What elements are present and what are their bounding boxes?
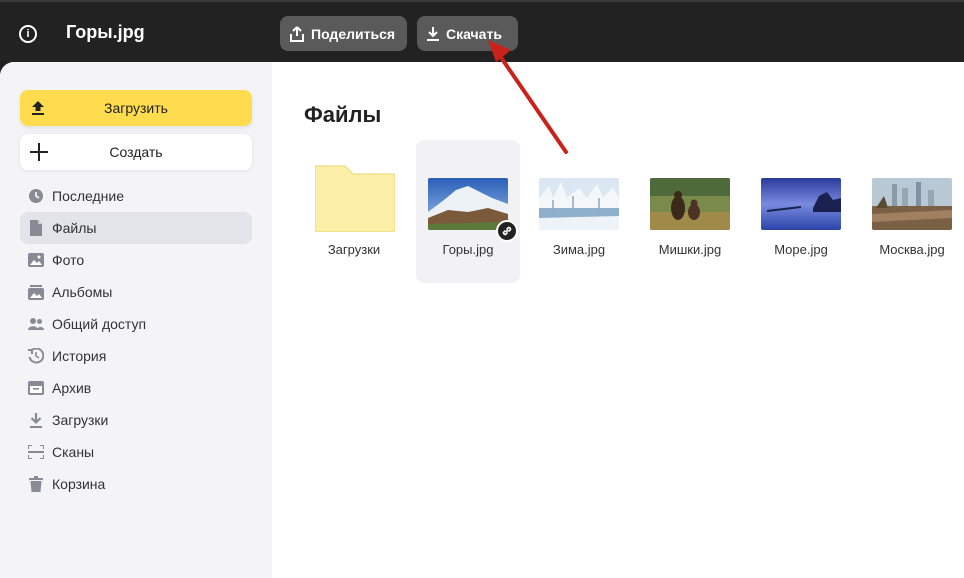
sidebar-item-history[interactable]: История: [20, 340, 252, 372]
sidebar-item-label: Файлы: [52, 220, 97, 236]
mountains-thumbnail: [428, 178, 508, 230]
sidebar-item-photo[interactable]: Фото: [20, 244, 252, 276]
share-button[interactable]: Поделиться: [280, 16, 407, 51]
link-icon: [496, 220, 518, 242]
sidebar-item-label: История: [52, 348, 107, 364]
winter-thumbnail: [539, 178, 619, 230]
sidebar: Загрузить Создать Последние Файлы Фото А…: [0, 62, 272, 578]
sidebar-item-label: Сканы: [52, 444, 95, 460]
photo-icon: [28, 252, 44, 268]
file-icon: [28, 220, 44, 236]
files-area: Файлы Загрузки Горы.jpg Зима.jpg Мишки.j…: [272, 62, 964, 578]
info-icon[interactable]: i: [19, 25, 37, 43]
sidebar-item-label: Общий доступ: [52, 316, 147, 332]
archive-icon: [28, 380, 44, 396]
moscow-thumbnail: [872, 178, 952, 230]
download-icon: [28, 412, 44, 428]
sidebar-item-label: Альбомы: [52, 284, 113, 300]
sidebar-item-downloads[interactable]: Загрузки: [20, 404, 252, 436]
sidebar-nav: Последние Файлы Фото Альбомы Общий досту…: [20, 180, 252, 500]
download-button[interactable]: Скачать: [417, 16, 518, 51]
file-name: Загрузки: [327, 242, 381, 257]
share-icon: [290, 25, 304, 42]
upload-button[interactable]: Загрузить: [20, 90, 252, 126]
page-title: Файлы: [304, 102, 382, 127]
create-button[interactable]: Создать: [20, 134, 252, 170]
share-label: Поделиться: [311, 25, 396, 42]
file-tile-sea[interactable]: Море.jpg: [749, 140, 853, 283]
scan-icon: [28, 444, 44, 460]
file-tile-winter[interactable]: Зима.jpg: [527, 140, 631, 283]
sea-thumbnail: [761, 178, 841, 230]
sidebar-item-files[interactable]: Файлы: [20, 212, 252, 244]
sidebar-item-label: Последние: [52, 188, 125, 204]
file-name: Мишки.jpg: [658, 242, 722, 257]
sidebar-item-scans[interactable]: Сканы: [20, 436, 252, 468]
sidebar-item-shared[interactable]: Общий доступ: [20, 308, 252, 340]
sidebar-item-trash[interactable]: Корзина: [20, 468, 252, 500]
sidebar-item-recent[interactable]: Последние: [20, 180, 252, 212]
bears-thumbnail: [650, 178, 730, 230]
albums-icon: [28, 284, 44, 300]
download-icon: [427, 26, 439, 41]
file-tile-folder[interactable]: Загрузки: [302, 140, 406, 283]
file-name: Москва.jpg: [879, 242, 945, 257]
create-label: Создать: [109, 144, 163, 160]
people-icon: [28, 316, 44, 332]
file-name: Зима.jpg: [552, 242, 606, 257]
plus-icon: [30, 143, 48, 161]
file-tile-bears[interactable]: Мишки.jpg: [638, 140, 742, 283]
file-name: Горы.jpg: [442, 242, 494, 257]
sidebar-item-label: Корзина: [52, 476, 106, 492]
file-title: Горы.jpg: [66, 22, 145, 42]
content-panel: Загрузить Создать Последние Файлы Фото А…: [0, 62, 964, 578]
history-icon: [28, 348, 44, 364]
file-name: Море.jpg: [774, 242, 828, 257]
trash-icon: [28, 476, 44, 492]
file-tile-mountains[interactable]: Горы.jpg: [416, 140, 520, 283]
download-label: Скачать: [446, 25, 502, 42]
file-tile-moscow[interactable]: Москва.jpg: [860, 140, 964, 283]
sidebar-item-label: Фото: [52, 252, 85, 268]
sidebar-item-albums[interactable]: Альбомы: [20, 276, 252, 308]
clock-icon: [28, 188, 44, 204]
sidebar-item-archive[interactable]: Архив: [20, 372, 252, 404]
upload-icon: [32, 101, 44, 115]
top-bar: i Горы.jpg Поделиться Скачать: [0, 0, 964, 62]
folder-icon: [315, 165, 395, 232]
sidebar-item-label: Загрузки: [52, 412, 109, 428]
upload-label: Загрузить: [104, 100, 168, 116]
sidebar-item-label: Архив: [52, 380, 92, 396]
